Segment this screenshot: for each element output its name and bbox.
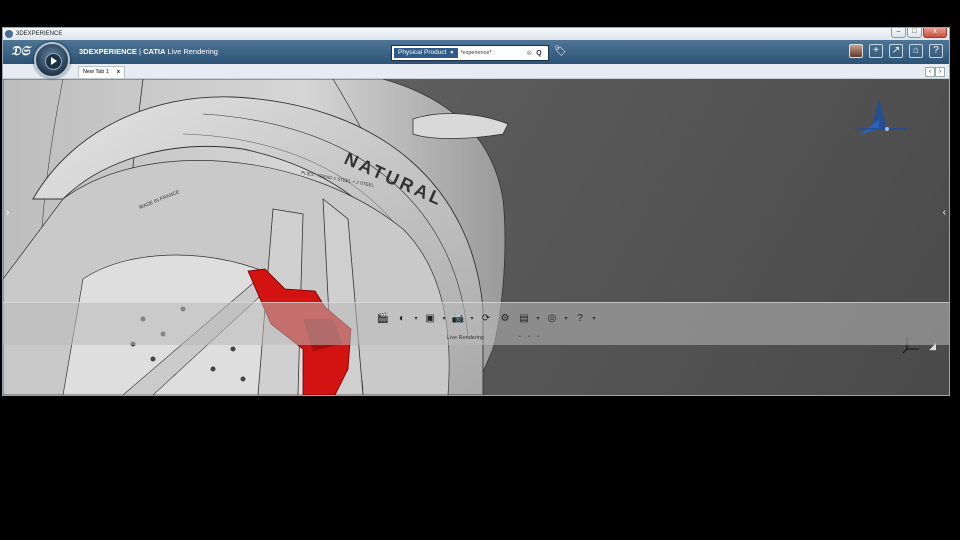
document-icon[interactable]: ▤ [516,310,532,326]
chevron-down-icon: ▼ [449,50,455,56]
window-controls: – □ x [891,28,947,38]
tab-scroll-left-button[interactable]: ‹ [925,67,935,77]
tab-new-tab-1[interactable]: New Tab 1 x [78,66,125,78]
search-scope-dropdown[interactable]: Physical Product ▼ [394,48,459,58]
app-window: 3DEXPERIENCE – □ x 𝔇𝔖 3DEXPERIENCE | CAT… [2,27,950,396]
search-box: Physical Product▼ ⊗ Q [391,45,549,61]
add-icon[interactable]: + [869,44,883,58]
document-dropdown-icon[interactable]: ▾ [535,310,541,326]
compass-button[interactable] [34,42,70,78]
tab-bar: New Tab 1 x ‹ › [3,64,949,79]
app-header: 𝔇𝔖 3DEXPERIENCE | CATIA Live Rendering P… [3,40,949,78]
camera-icon[interactable]: 📷 [450,310,466,326]
play-icon [45,53,62,70]
os-window-title: 3DEXPERIENCE [16,31,63,37]
settings-icon[interactable]: ⚙ [497,310,513,326]
avatar[interactable] [849,44,863,58]
app-title: 3DEXPERIENCE | CATIA Live Rendering [79,47,218,56]
tab-scroll-right-button[interactable]: › [935,67,945,77]
action-bar-tools: 🎬 ◐ ▾ ▣ ▾ 📷 ▾ ⟳ ⚙ ▤ ▾ ◎ ▾ ? ▾ [375,310,597,326]
environment-icon[interactable]: ◎ [544,310,560,326]
ds-logo-icon: 𝔇𝔖 [11,43,30,58]
material-icon[interactable]: ◐ [394,310,410,326]
help-dropdown-icon[interactable]: ▾ [591,310,597,326]
module-name: Live Rendering [165,47,218,56]
left-panel-toggle-icon[interactable]: › [6,207,9,218]
app-name: CATIA [143,47,166,56]
os-titlebar[interactable]: 3DEXPERIENCE – □ x [3,28,949,40]
view-compass-icon[interactable] [849,95,909,140]
search-input[interactable] [458,48,523,58]
app-icon [5,30,13,38]
rotate-icon[interactable]: ⟳ [478,310,494,326]
tab-navigation: ‹ › [925,67,945,77]
action-bar-pager[interactable]: • • • [519,334,542,340]
image-icon[interactable]: ▣ [422,310,438,326]
close-tab-icon[interactable]: x [117,67,120,78]
help-icon[interactable]: ? [929,44,943,58]
action-bar-label: Live Rendering [447,335,484,341]
camera-dropdown-icon[interactable]: ▾ [469,310,475,326]
brand-name: 3DEXPERIENCE [79,47,137,56]
3d-viewport[interactable]: NATURAL MADE IN FRANCE PLIES : TREAD 1 S… [3,79,949,395]
environment-dropdown-icon[interactable]: ▾ [563,310,569,326]
material-dropdown-icon[interactable]: ▾ [413,310,419,326]
home-icon[interactable]: ⌂ [909,44,923,58]
search-icon[interactable]: Q [536,50,541,57]
right-panel-toggle-icon[interactable]: ‹ [943,207,946,218]
minimize-button[interactable]: – [891,28,906,38]
header-right-icons: + ↗ ⌂ ? [849,44,943,58]
tag-icon[interactable]: 🏷 [554,46,567,57]
close-button[interactable]: x [923,28,947,38]
clear-search-icon[interactable]: ⊗ [526,49,532,57]
clapperboard-icon[interactable]: 🎬 [375,310,391,326]
help-circle-icon[interactable]: ? [572,310,588,326]
maximize-button[interactable]: □ [907,28,922,38]
tab-label: New Tab 1 [83,69,109,75]
search-scope-label: Physical Product [398,49,447,56]
share-icon[interactable]: ↗ [889,44,903,58]
image-dropdown-icon[interactable]: ▾ [441,310,447,326]
car-wheel-render: NATURAL MADE IN FRANCE PLIES : TREAD 1 S… [3,79,509,395]
action-bar: 🎬 ◐ ▾ ▣ ▾ 📷 ▾ ⟳ ⚙ ▤ ▾ ◎ ▾ ? ▾ Live Rende… [3,302,949,345]
